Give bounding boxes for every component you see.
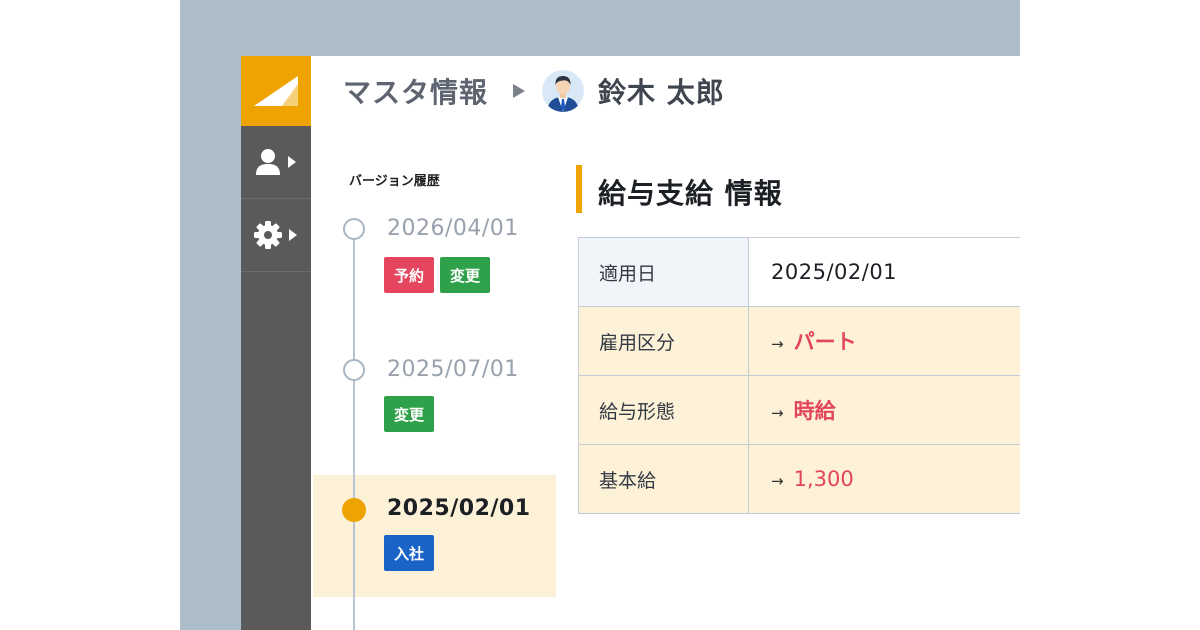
badge-reserved: 予約: [384, 257, 435, 293]
change-arrow-icon: →: [771, 335, 784, 353]
breadcrumb-root[interactable]: マスタ情報: [343, 71, 488, 111]
row-value-cell: → 1,300: [748, 444, 1020, 514]
user-icon: [256, 149, 280, 175]
sidebar-item-settings[interactable]: [241, 199, 311, 272]
version-date[interactable]: 2026/04/01: [387, 216, 519, 241]
avatar: [542, 70, 585, 112]
breadcrumb: マスタ情報 鈴木 太郎: [311, 56, 1020, 126]
table-row: 基本給 → 1,300: [578, 444, 1020, 514]
badge-change: 変更: [440, 257, 491, 293]
section-accent-bar: [576, 165, 582, 213]
employee-name: 鈴木 太郎: [598, 76, 725, 109]
row-label: 雇用区分: [578, 306, 749, 376]
version-history-label: バージョン履歴: [349, 174, 440, 189]
badge-change: 変更: [384, 396, 435, 432]
breadcrumb-separator-icon: [512, 83, 526, 99]
row-label: 適用日: [578, 237, 749, 307]
version-date-selected[interactable]: 2025/02/01: [387, 496, 531, 521]
table-row: 適用日 2025/02/01: [578, 237, 1020, 307]
version-badges: 入社: [384, 535, 435, 571]
version-badges: 変更: [384, 396, 435, 432]
row-value: 2025/02/01: [748, 237, 1020, 307]
app-logo[interactable]: [241, 56, 311, 126]
timeline-line: [353, 228, 355, 630]
change-arrow-icon: →: [771, 404, 784, 422]
sidebar: [241, 56, 311, 630]
version-badges: 予約 変更: [384, 257, 491, 293]
selected-version-highlight: [313, 475, 556, 597]
sidebar-item-users[interactable]: [241, 126, 311, 199]
app-window: マスタ情報 鈴木 太郎 バージョン履歴 2026/04/01 予約 変更 202…: [241, 56, 1020, 630]
gear-icon: [254, 221, 282, 249]
changed-value: 時給: [793, 399, 836, 423]
caret-right-icon: [288, 156, 296, 168]
row-label: 基本給: [578, 444, 749, 514]
version-date[interactable]: 2025/07/01: [387, 357, 519, 382]
salary-info-table: 適用日 2025/02/01 雇用区分 → パート 給与形態 → 時給 基本給 → 1…: [578, 237, 1020, 514]
change-arrow-icon: →: [771, 472, 784, 490]
section-title: 給与支給 情報: [598, 177, 783, 210]
row-value-cell: → パート: [748, 306, 1020, 376]
table-row: 雇用区分 → パート: [578, 306, 1020, 376]
badge-joined: 入社: [384, 535, 435, 571]
logo-icon: [254, 76, 298, 106]
timeline-node: [343, 359, 365, 381]
changed-value: パート: [793, 330, 857, 354]
timeline-node-active: [342, 498, 366, 522]
table-row: 給与形態 → 時給: [578, 375, 1020, 445]
timeline-node: [343, 218, 365, 240]
caret-right-icon: [289, 229, 297, 241]
changed-value: 1,300: [793, 467, 854, 491]
row-label: 給与形態: [578, 375, 749, 445]
row-value-cell: → 時給: [748, 375, 1020, 445]
